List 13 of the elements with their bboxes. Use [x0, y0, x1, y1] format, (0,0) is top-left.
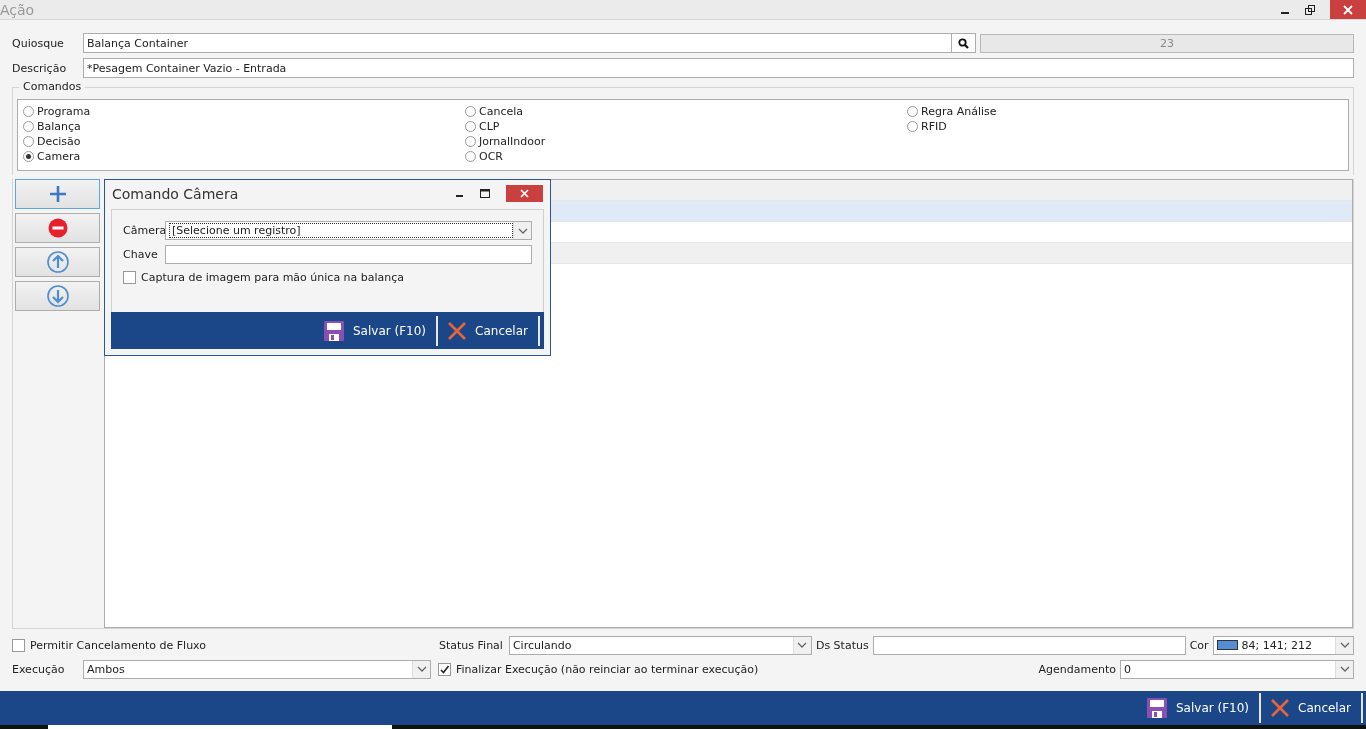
window-title: Ação: [0, 1, 35, 18]
field-label: Cor: [1188, 638, 1210, 652]
field-label: Agendamento: [1037, 662, 1117, 676]
field-label: Descrição: [12, 61, 68, 75]
code-field: 23: [980, 33, 1354, 53]
dialog-title: Comando Câmera: [112, 185, 239, 202]
field-label: Status Final: [438, 638, 504, 652]
field-label: Quiosque: [12, 36, 65, 50]
group-title: Comandos: [19, 80, 86, 93]
field-label: Câmera: [123, 224, 165, 237]
field-label: Ds Status: [814, 638, 870, 652]
field-label: Chave: [123, 248, 159, 261]
field-label: Execução: [12, 662, 66, 676]
